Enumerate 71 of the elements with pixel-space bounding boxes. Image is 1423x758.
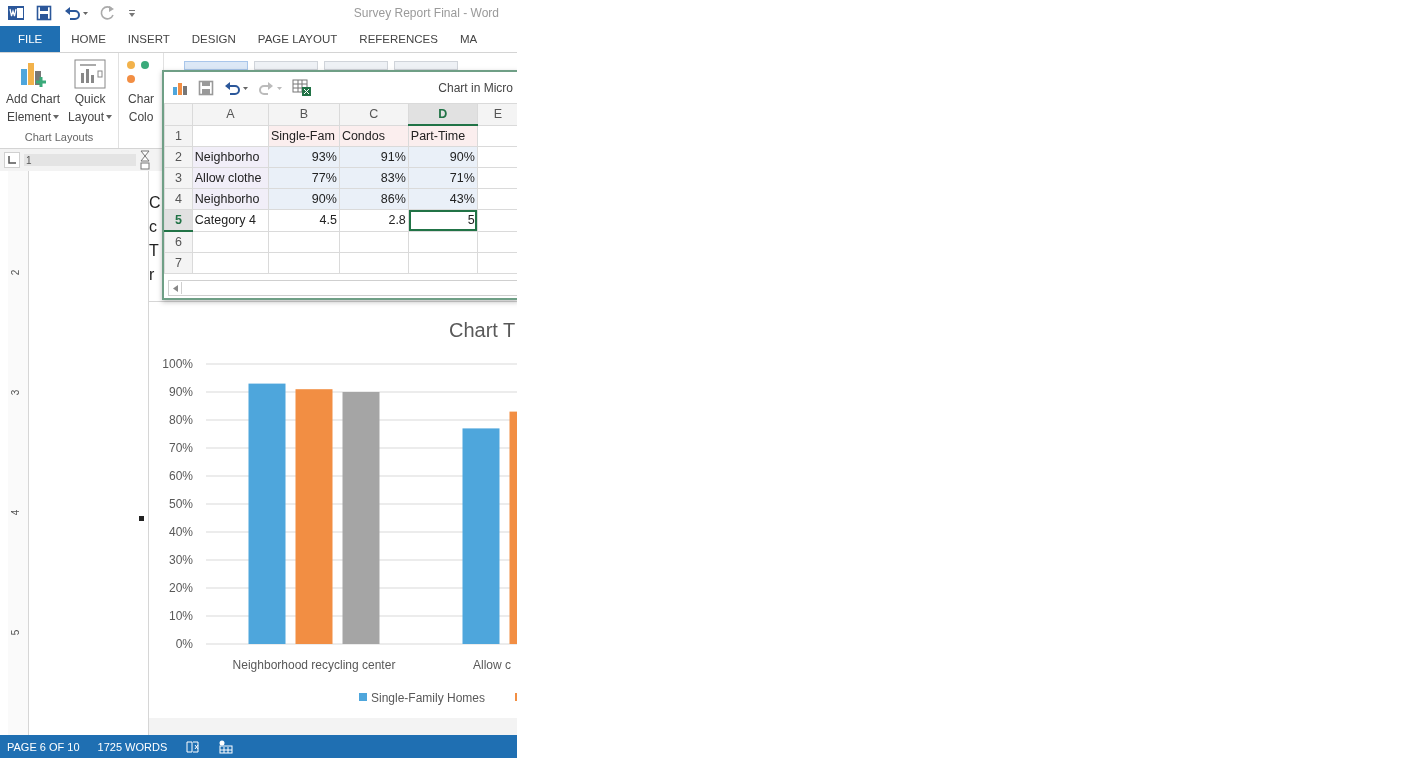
body-text: T <box>149 241 159 261</box>
ribbon-tab[interactable]: REFERENCES <box>348 26 449 52</box>
ruler-number: 4 <box>10 509 22 516</box>
row-header[interactable]: 5 <box>164 209 193 231</box>
window-title: Chart in Micro <box>438 80 513 95</box>
ruler-number: 1 <box>26 154 32 166</box>
page-count: PAGE 6 OF 10 <box>7 740 80 753</box>
undo-icon[interactable] <box>224 79 248 96</box>
ruler-number: 5 <box>10 629 22 636</box>
anchor-icon <box>139 516 144 521</box>
row-header[interactable]: 6 <box>164 231 193 253</box>
axis-tick-label: 80% <box>168 413 193 427</box>
ribbon-button[interactable]: Add Chart Element <box>4 57 63 129</box>
axis-tick-label: 60% <box>168 469 193 483</box>
row-header[interactable]: 1 <box>164 125 193 147</box>
column-header[interactable]: C <box>339 103 409 125</box>
tab-stop-icon[interactable] <box>8 156 16 164</box>
row-header[interactable]: 4 <box>164 188 193 210</box>
window-title: Survey Report Final - Word <box>353 6 499 20</box>
file-tab[interactable]: FILE <box>0 26 61 52</box>
chart-title: Chart T <box>449 319 516 341</box>
redo-icon[interactable] <box>100 5 116 21</box>
row-header[interactable]: 2 <box>164 146 193 168</box>
body-text: c <box>149 217 157 237</box>
legend-label: Single-Family Homes <box>371 691 486 705</box>
column-header[interactable]: E <box>477 103 517 125</box>
row-header[interactable]: 3 <box>164 167 193 189</box>
scroll-left-icon[interactable] <box>172 284 178 292</box>
table-cell[interactable]: Category 4 <box>192 209 269 231</box>
table-cell[interactable]: 2.8 <box>339 209 409 231</box>
legend-key <box>359 693 367 701</box>
app-icon <box>8 5 24 21</box>
group-label: Chart Layouts <box>23 130 95 145</box>
axis-category-label: Allow c <box>473 658 511 672</box>
ribbon-tab[interactable]: MA <box>448 26 489 52</box>
ribbon-tab[interactable]: HOME <box>60 26 117 52</box>
ruler-number: 2 <box>10 269 22 276</box>
axis-tick-label: 40% <box>168 525 193 539</box>
chart-icon <box>172 80 188 95</box>
layout-icon[interactable] <box>219 739 234 754</box>
ribbon-tab[interactable]: DESIGN <box>180 26 247 52</box>
axis-tick-label: 50% <box>168 497 193 511</box>
axis-tick-label: 0% <box>175 637 193 651</box>
body-text: r <box>149 265 155 285</box>
ribbon-tab[interactable]: PAGE LAYOUT <box>246 26 349 52</box>
axis-category-label: Neighborhood recycling center <box>232 658 396 672</box>
spreadsheet-icon[interactable] <box>292 78 312 97</box>
quick-layout-icon <box>74 59 107 89</box>
axis-tick-label: 90% <box>168 385 193 399</box>
ribbon-button[interactable]: Char Colo <box>123 57 160 148</box>
body-text: C <box>149 193 161 213</box>
save-icon[interactable] <box>36 5 52 21</box>
column-header[interactable]: D <box>408 103 478 125</box>
axis-tick-label: 30% <box>168 553 193 567</box>
axis-tick-label: 100% <box>162 357 193 371</box>
horizontal-scrollbar[interactable] <box>168 280 517 296</box>
axis-tick-label: 70% <box>168 441 193 455</box>
table-cell[interactable]: 4.5 <box>268 209 340 231</box>
indent-marker-icon[interactable] <box>140 150 150 170</box>
axis-tick-label: 20% <box>168 581 193 595</box>
ribbon-button[interactable]: Quick Layout <box>66 57 115 129</box>
undo-icon[interactable] <box>64 5 88 21</box>
ruler-number: 3 <box>10 389 22 396</box>
ribbon-tab[interactable]: INSERT <box>116 26 181 52</box>
proofing-icon[interactable] <box>185 739 202 754</box>
column-header[interactable]: A <box>192 103 269 125</box>
row-header[interactable]: 7 <box>164 252 193 274</box>
axis-tick-label: 10% <box>168 609 193 623</box>
word-count: 1725 WORDS <box>97 740 168 753</box>
column-header[interactable]: B <box>268 103 340 125</box>
redo-icon[interactable] <box>258 79 282 96</box>
